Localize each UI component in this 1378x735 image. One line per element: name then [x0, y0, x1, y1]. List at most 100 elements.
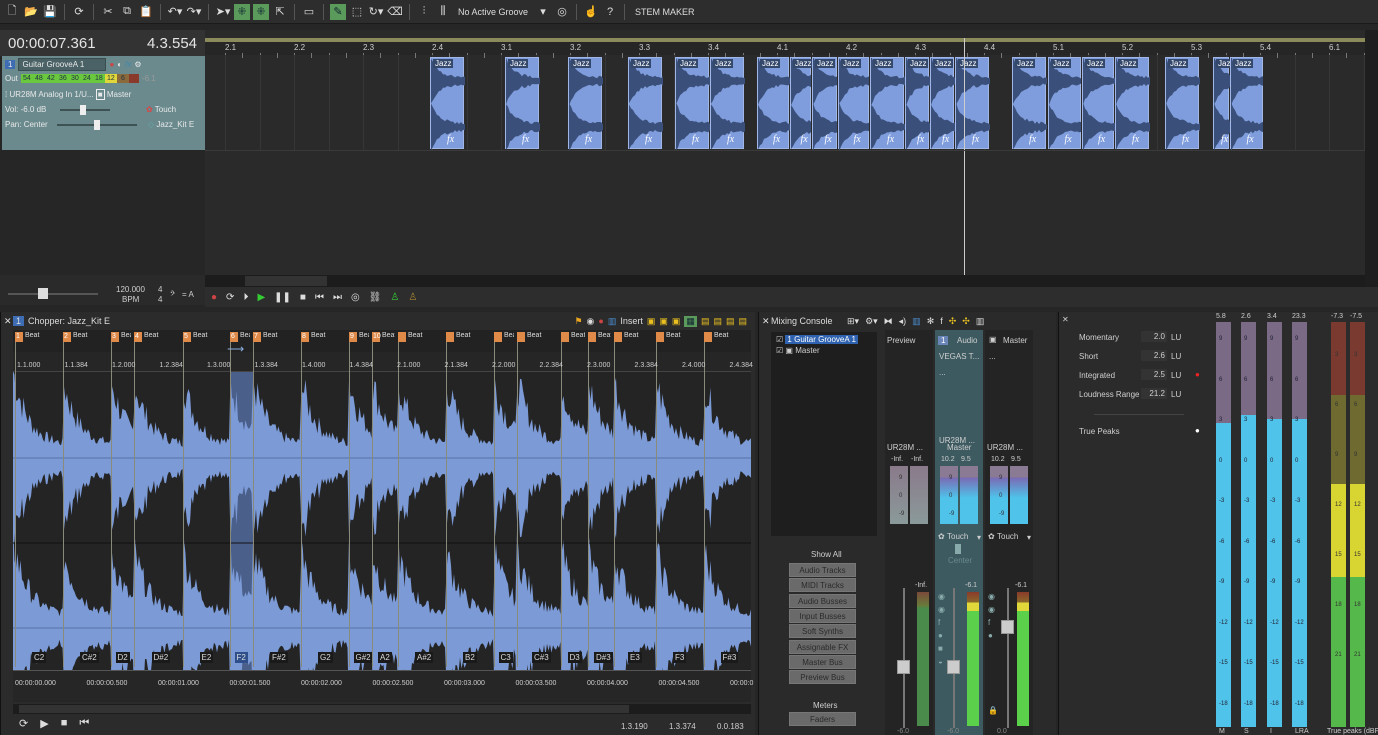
- slice-note[interactable]: F3: [673, 652, 686, 663]
- slice-line[interactable]: [517, 332, 518, 667]
- true-peaks-indicator[interactable]: ●: [1195, 426, 1200, 435]
- insert-button[interactable]: Insert: [620, 316, 643, 326]
- pencil-icon[interactable]: ✎: [330, 4, 346, 20]
- clip-fx-icon[interactable]: fx: [1182, 134, 1189, 145]
- faders-button[interactable]: Faders: [789, 712, 856, 726]
- audio-clip[interactable]: Jazz fx: [568, 57, 602, 149]
- slice-marker[interactable]: 10 Beat: [372, 332, 395, 342]
- fx-icon[interactable]: f: [938, 618, 940, 627]
- audio-clip[interactable]: Jazz fx: [812, 57, 837, 149]
- clip-fx-icon[interactable]: fx: [801, 134, 808, 145]
- automation-mode[interactable]: ✿: [988, 532, 995, 541]
- audio-clip[interactable]: Jazz fx: [1115, 57, 1149, 149]
- clip-fx-icon[interactable]: fx: [825, 134, 832, 145]
- bpm-value[interactable]: 120.000: [116, 285, 145, 294]
- slice-left-icon[interactable]: ▣: [659, 316, 668, 327]
- slice-line[interactable]: [349, 332, 350, 667]
- monitor-icon[interactable]: ▭: [301, 4, 317, 20]
- slice-line[interactable]: [446, 332, 447, 667]
- audio-clip[interactable]: Jazz fx: [838, 57, 869, 149]
- select-tool-icon[interactable]: ➤▾: [215, 4, 231, 20]
- eraser-icon[interactable]: ⌫: [387, 4, 403, 20]
- slice-marker[interactable]: Beat: [704, 332, 748, 342]
- undo-icon[interactable]: ↶▾: [167, 4, 183, 20]
- clip-fx-icon[interactable]: fx: [854, 134, 861, 145]
- audio-clip[interactable]: Jazz fx: [710, 57, 744, 149]
- clip-fx-icon[interactable]: fx: [447, 134, 454, 145]
- stop-icon[interactable]: ■: [61, 717, 68, 730]
- slice-note[interactable]: G2: [318, 652, 333, 663]
- hint-icon[interactable]: ☝: [583, 4, 599, 20]
- meter-top[interactable]: 4: [158, 285, 162, 294]
- filter-button[interactable]: Soft Synths: [789, 624, 856, 638]
- slice-icon[interactable]: ▣: [647, 316, 656, 327]
- slice-marker[interactable]: 2 Beat: [63, 332, 108, 342]
- clip-fx-icon[interactable]: fx: [585, 134, 592, 145]
- stop-icon[interactable]: ■: [300, 292, 306, 303]
- audio-clip[interactable]: Jazz fx: [505, 57, 539, 149]
- slice-line[interactable]: [15, 332, 16, 667]
- track-list-item[interactable]: ☑ ▣ Master: [776, 346, 820, 355]
- automation-mode[interactable]: ✿: [938, 532, 945, 541]
- insert-send-icon[interactable]: ✣: [949, 316, 957, 327]
- slice-line[interactable]: [230, 332, 231, 667]
- slice-marker[interactable]: 6Beat: [230, 332, 250, 342]
- slice-line[interactable]: [183, 332, 184, 667]
- paste-icon[interactable]: 📋: [138, 4, 154, 20]
- slice-line[interactable]: [253, 332, 254, 667]
- play-icon[interactable]: ▶: [257, 292, 265, 303]
- clip-fx-icon[interactable]: fx: [645, 134, 652, 145]
- slice-line[interactable]: [301, 332, 302, 667]
- fit-icon[interactable]: ▤: [726, 316, 735, 327]
- slice-note[interactable]: E3: [628, 652, 642, 663]
- snap-icon[interactable]: ▦: [684, 316, 697, 327]
- slice-marker[interactable]: 3Beat: [111, 332, 131, 342]
- key-value[interactable]: = A: [182, 290, 194, 299]
- go-to-start-icon[interactable]: ⏮: [315, 292, 324, 303]
- chevron-down-icon[interactable]: ▾: [1027, 533, 1031, 542]
- track-header[interactable]: 1 Guitar GrooveA 1 ● ◐ fx ⚙ Out 54 48 42 36…: [2, 56, 205, 150]
- track-list-item[interactable]: ☑ 1 Guitar GrooveA 1: [776, 335, 858, 344]
- redo-icon[interactable]: ↷▾: [186, 4, 202, 20]
- slice-note[interactable]: D#3: [594, 652, 613, 663]
- audio-clip[interactable]: Jazz fx: [1213, 57, 1229, 149]
- volume-slider[interactable]: [60, 109, 110, 111]
- play-from-icon[interactable]: ⏵: [243, 292, 248, 303]
- strip-input[interactable]: ...: [989, 352, 996, 361]
- clip-fx-icon[interactable]: fx: [692, 134, 699, 145]
- filter-button[interactable]: Audio Busses: [789, 594, 856, 608]
- slice-line[interactable]: [588, 332, 589, 667]
- track-view[interactable]: 2.1 2.2 2.3 2.4 3.1 3.2 3.3 3.4 4.1 4.2 4.3 4.4 5.1 5…: [205, 30, 1365, 275]
- loop-icon[interactable]: ↻▾: [368, 4, 384, 20]
- cursor-icon[interactable]: ⇱: [272, 4, 288, 20]
- record-icon[interactable]: ●: [598, 316, 603, 326]
- close-icon[interactable]: ✕: [762, 316, 770, 327]
- settings-icon[interactable]: ⚙▾: [865, 316, 878, 327]
- split-icon[interactable]: ⫶: [416, 4, 432, 20]
- slice-marker[interactable]: Beat: [588, 332, 611, 342]
- close-icon[interactable]: ✕: [4, 316, 12, 327]
- zoom-in-icon[interactable]: ▤: [701, 316, 710, 327]
- audio-clip[interactable]: Jazz fx: [955, 57, 989, 149]
- chopper-scrollbar[interactable]: [13, 704, 751, 714]
- insert-synth-icon[interactable]: ✻: [927, 316, 935, 327]
- slice-marker[interactable]: 9Beat: [349, 332, 369, 342]
- close-icon[interactable]: ✕: [1062, 315, 1069, 324]
- pause-icon[interactable]: ❚❚: [274, 292, 291, 303]
- slice-note[interactable]: E2: [200, 652, 214, 663]
- open-folder-icon[interactable]: 📂: [23, 4, 39, 20]
- filter-button[interactable]: Audio Tracks: [789, 563, 856, 577]
- integrated-indicator[interactable]: ●: [1195, 370, 1200, 379]
- filter-button[interactable]: Preview Bus: [789, 670, 856, 684]
- track-name-field[interactable]: Guitar GrooveA 1: [18, 58, 106, 71]
- mute-icon[interactable]: ●: [109, 60, 114, 69]
- loop-region-icon[interactable]: ⛓: [369, 292, 382, 303]
- fx-icon[interactable]: f: [988, 618, 990, 627]
- record-icon[interactable]: ●: [938, 631, 943, 640]
- clip-fx-icon[interactable]: fx: [1132, 134, 1139, 145]
- audio-clip[interactable]: Jazz fx: [628, 57, 662, 149]
- clip-fx-icon[interactable]: fx: [727, 134, 734, 145]
- slice-line[interactable]: [372, 332, 373, 667]
- output-selector[interactable]: Master: [107, 90, 131, 99]
- audio-clip[interactable]: Jazz fx: [930, 57, 954, 149]
